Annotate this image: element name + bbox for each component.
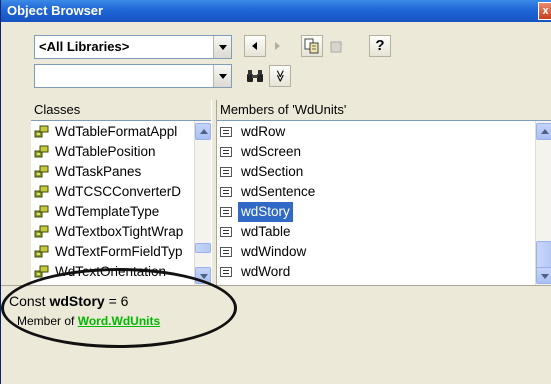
member-declaration: Const wdStory = 6 — [9, 293, 128, 309]
class-module-icon — [34, 165, 49, 178]
details-pane: Const wdStory = 6 Member of Word.WdUnits — [1, 285, 551, 384]
library-dropdown[interactable]: <All Libraries> — [34, 35, 232, 59]
constant-icon — [220, 167, 232, 177]
members-scrollbar[interactable] — [535, 121, 551, 285]
window-title: Object Browser — [7, 3, 104, 18]
title-bar[interactable]: Object Browser x — [1, 0, 551, 22]
class-list-item-label: WdTemplateType — [55, 204, 160, 219]
library-dropdown-value: <All Libraries> — [39, 39, 130, 54]
close-icon: x — [542, 5, 549, 17]
members-list[interactable]: wdWord wdWindow wdTable wdStory wdSentence wd… — [217, 120, 551, 285]
go-back-button[interactable] — [244, 35, 266, 57]
declaration-keyword: Const — [9, 293, 46, 309]
member-list-item-label: wdWindow — [241, 244, 307, 259]
constant-icon — [220, 187, 232, 197]
class-list-item[interactable]: WdTextboxTightWrap — [31, 222, 194, 242]
search-button[interactable] — [244, 65, 266, 87]
constant-icon — [220, 147, 232, 157]
show-search-results-button[interactable]: ≫ — [269, 65, 291, 87]
class-module-icon — [34, 125, 49, 138]
member-list-item-label: wdWord — [241, 264, 291, 279]
classes-scrollbar[interactable] — [194, 121, 211, 285]
search-text-dropdown[interactable] — [34, 64, 232, 88]
go-forward-button[interactable] — [266, 35, 288, 57]
copy-to-clipboard-button[interactable] — [301, 35, 323, 57]
class-module-icon — [34, 225, 49, 238]
class-list-item[interactable]: WdTCSCConverterD — [31, 182, 194, 202]
members-header: Members of 'WdUnits' — [217, 100, 551, 120]
scroll-down-button[interactable] — [195, 267, 211, 284]
member-value: = 6 — [108, 293, 129, 309]
scroll-up-button[interactable] — [195, 123, 211, 140]
class-list-item-label: WdTCSCConverterD — [55, 184, 182, 199]
class-list-item-label: WdTableFormatAppl — [55, 124, 178, 139]
member-list-item[interactable]: wdScreen — [217, 142, 535, 162]
class-module-icon — [34, 185, 49, 198]
class-list-item[interactable]: WdTextOrientation — [31, 262, 194, 282]
scroll-down-button[interactable] — [536, 267, 551, 284]
member-list-item[interactable]: wdWindow — [217, 242, 535, 262]
member-list-item[interactable]: wdWord — [217, 262, 535, 282]
chevron-down-icon[interactable] — [213, 36, 231, 58]
class-module-icon — [34, 145, 49, 158]
member-list-item[interactable]: wdTable — [217, 222, 535, 242]
member-list-item-label: wdScreen — [241, 144, 302, 159]
class-list-item-label: WdTextOrientation — [55, 264, 167, 279]
member-list-item-label: wdSection — [241, 164, 304, 179]
class-module-icon — [34, 245, 49, 258]
class-link[interactable]: WdUnits — [112, 314, 161, 328]
member-list-item[interactable]: wdSection — [217, 162, 535, 182]
constant-icon — [220, 267, 232, 277]
constant-icon — [220, 227, 232, 237]
close-button[interactable]: x — [538, 2, 551, 20]
class-list-item-label: WdTaskPanes — [55, 164, 142, 179]
collapse-icon: ≫ — [273, 69, 287, 83]
class-list-item[interactable]: WdTableFormatAppl — [31, 122, 194, 142]
constant-icon — [220, 127, 232, 137]
member-list-item-label: wdSentence — [241, 184, 316, 199]
member-list-item[interactable]: wdRow — [217, 122, 535, 142]
member-list-item[interactable]: wdStory — [217, 202, 535, 222]
class-module-icon — [34, 265, 49, 278]
member-name: wdStory — [49, 293, 105, 309]
class-list-item[interactable]: WdTemplateType — [31, 202, 194, 222]
class-module-icon — [34, 205, 49, 218]
member-list-item-label: wdRow — [241, 124, 286, 139]
member-of-line: Member of Word.WdUnits — [17, 314, 160, 328]
chevron-down-icon[interactable] — [213, 65, 231, 87]
constant-icon — [220, 207, 232, 217]
binoculars-icon — [247, 70, 263, 82]
view-definition-icon — [330, 40, 343, 53]
help-icon: ? — [375, 37, 385, 54]
copy-icon — [304, 38, 319, 54]
class-list-item[interactable]: WdTablePosition — [31, 142, 194, 162]
member-list-item-label: wdStory — [238, 202, 293, 222]
member-list-item-label: wdTable — [241, 224, 291, 239]
view-definition-button[interactable] — [326, 35, 348, 57]
class-list-item-label: WdTextFormFieldTyp — [55, 244, 183, 259]
class-list-item[interactable]: WdTextFormFieldTyp — [31, 242, 194, 262]
class-list-item-label: WdTextboxTightWrap — [55, 224, 184, 239]
constant-icon — [220, 247, 232, 257]
scroll-thumb[interactable] — [195, 243, 211, 253]
classes-list[interactable]: WdTextureIndexWdTextOrientationWdTextFor… — [31, 120, 211, 285]
member-list-item[interactable]: wdSentence — [217, 182, 535, 202]
object-browser-window: Object Browser x <All Libraries> ? ≫ Cla… — [0, 0, 551, 384]
classes-header: Classes — [31, 100, 211, 120]
class-list-item-label: WdTablePosition — [55, 144, 156, 159]
class-list-item[interactable]: WdTaskPanes — [31, 162, 194, 182]
help-button[interactable]: ? — [369, 35, 391, 57]
library-link[interactable]: Word — [78, 314, 108, 328]
member-of-label: Member of — [17, 314, 75, 328]
scroll-up-button[interactable] — [536, 123, 551, 140]
